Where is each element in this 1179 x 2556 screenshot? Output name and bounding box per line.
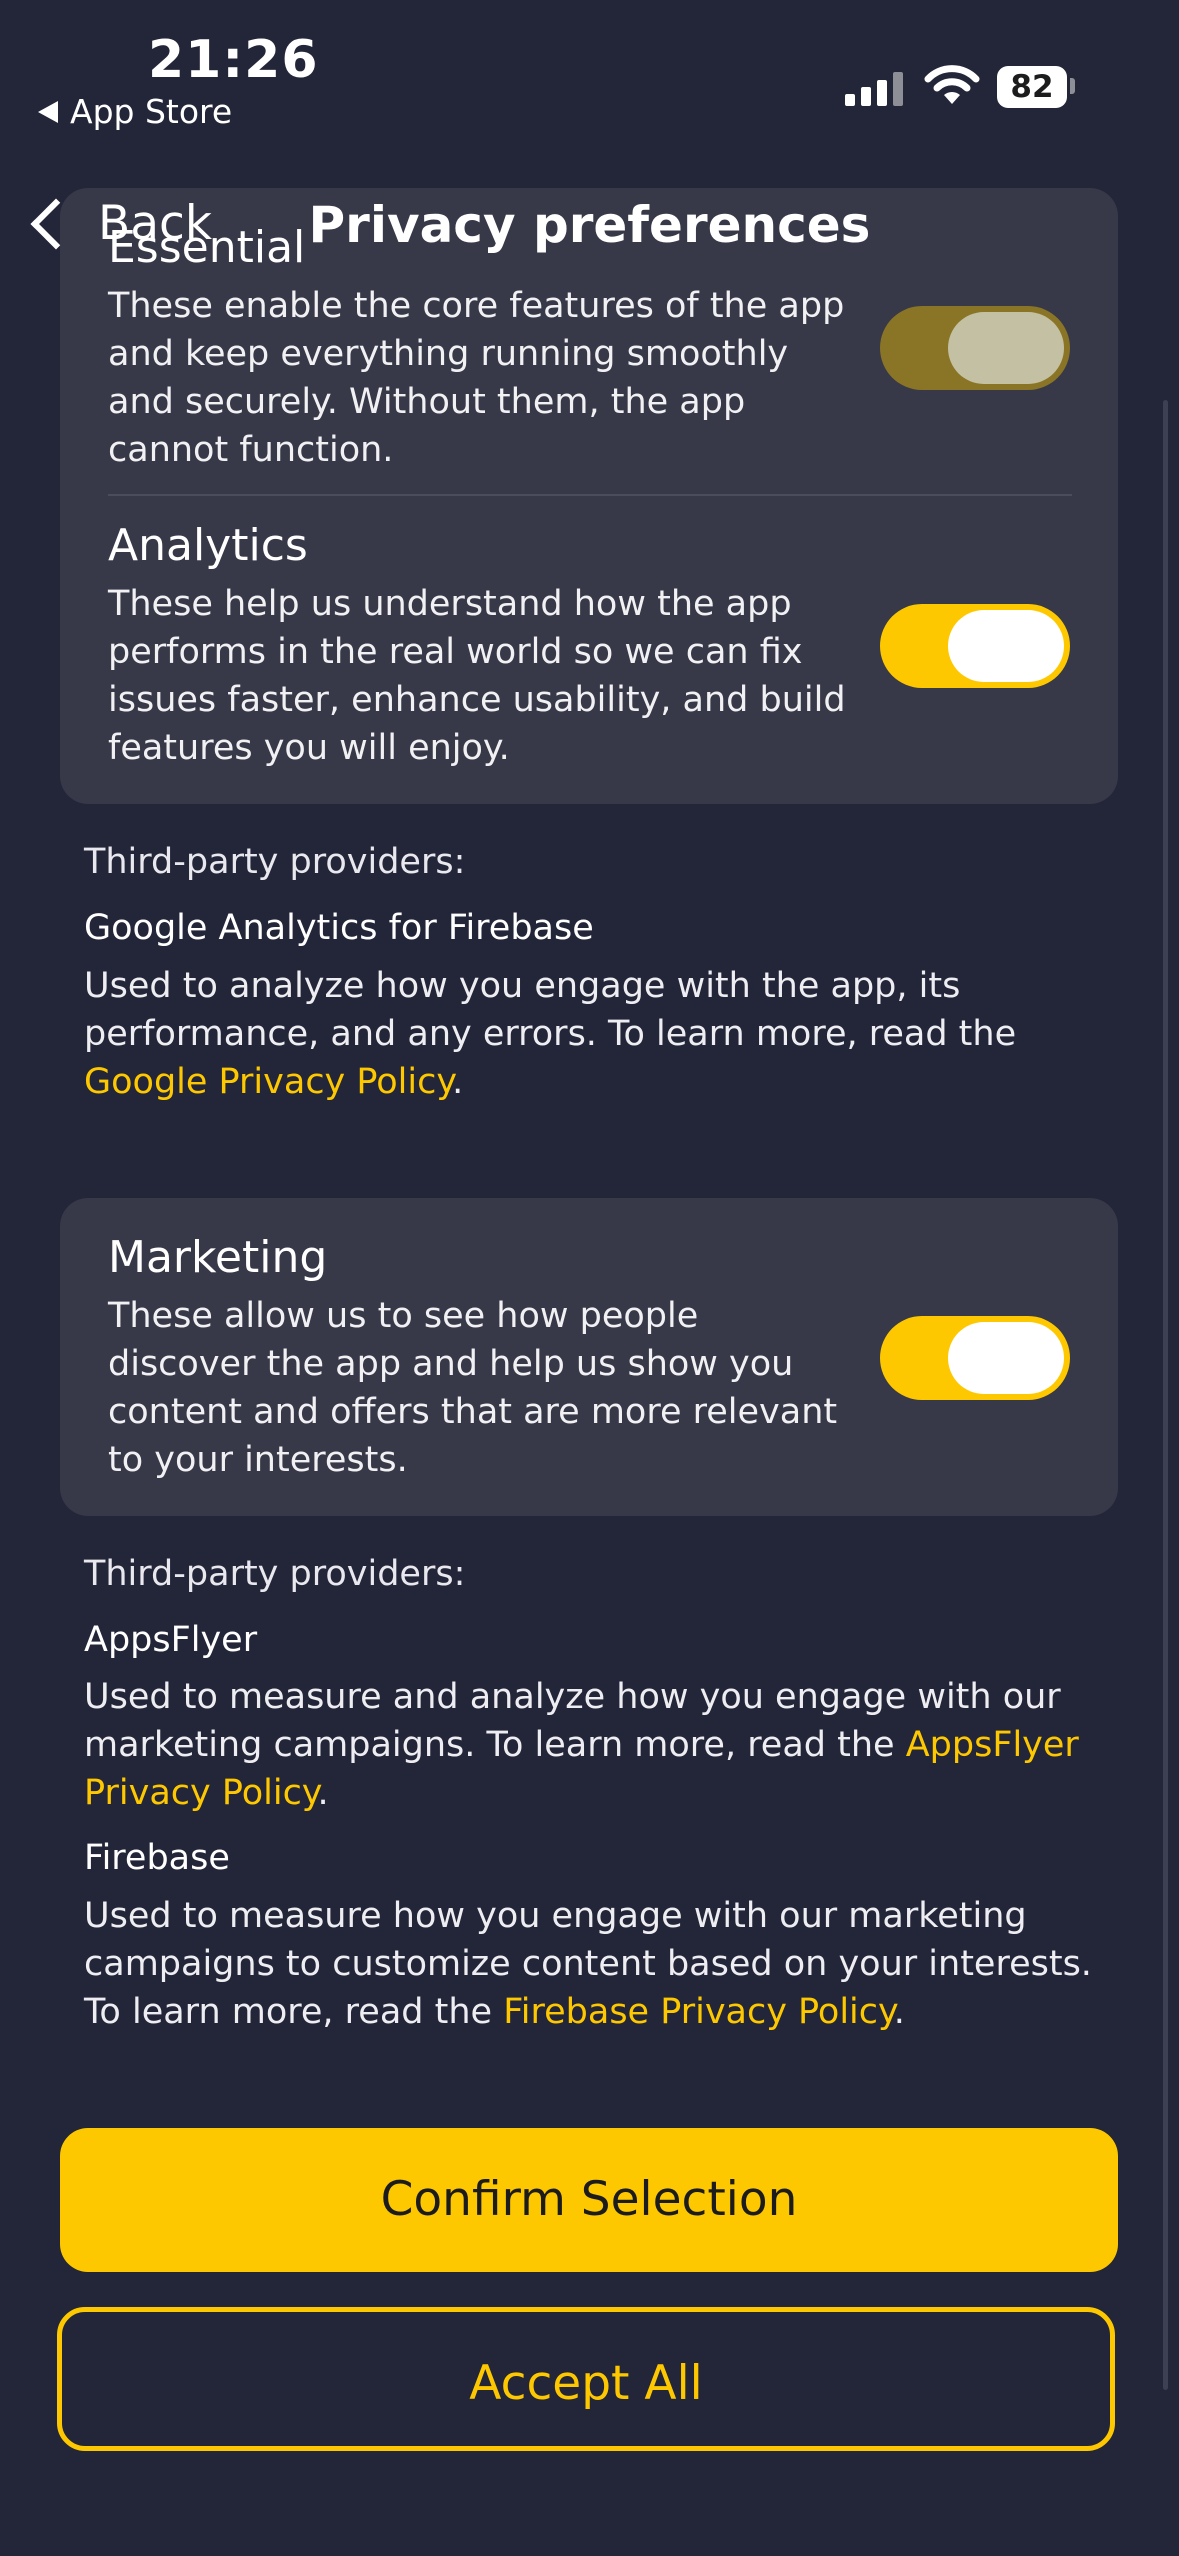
back-to-app-store[interactable]: App Store bbox=[38, 92, 232, 131]
accept-all-button[interactable]: Accept All bbox=[57, 2307, 1115, 2451]
provider-name-firebase: Firebase bbox=[84, 1838, 230, 1878]
back-triangle-icon bbox=[38, 100, 58, 123]
analytics-description: These help us understand how the app per… bbox=[108, 584, 846, 768]
marketing-description: These allow us to see how people discove… bbox=[108, 1296, 838, 1480]
provider-name-google-analytics: Google Analytics for Firebase bbox=[84, 908, 594, 948]
toggle-knob bbox=[948, 1322, 1064, 1394]
provider-name-appsflyer: AppsFlyer bbox=[84, 1620, 258, 1660]
back-app-label: App Store bbox=[70, 92, 233, 131]
provider-desc-end: . bbox=[317, 1773, 329, 1813]
google-privacy-policy-link[interactable]: Google Privacy Policy bbox=[84, 1062, 452, 1102]
provider-desc-end: . bbox=[452, 1062, 464, 1102]
provider-desc-appsflyer: Used to measure and analyze how you enga… bbox=[84, 1673, 1094, 1817]
analytics-title: Analytics bbox=[108, 520, 308, 571]
provider-desc-text: Used to analyze how you engage with the … bbox=[84, 966, 1017, 1054]
back-label: Back bbox=[98, 196, 213, 251]
confirm-selection-button[interactable]: Confirm Selection bbox=[60, 2128, 1118, 2272]
analytics-toggle[interactable] bbox=[880, 604, 1070, 688]
cellular-signal-icon bbox=[845, 70, 903, 106]
toggle-knob bbox=[948, 312, 1064, 384]
status-time: 21:26 bbox=[148, 30, 319, 90]
chevron-left-icon bbox=[30, 198, 82, 249]
provider-desc-end: . bbox=[893, 1992, 905, 2032]
essential-description: These enable the core features of the ap… bbox=[108, 286, 845, 470]
firebase-privacy-policy-link[interactable]: Firebase Privacy Policy bbox=[503, 1992, 894, 2032]
provider-desc-google-analytics: Used to analyze how you engage with the … bbox=[84, 962, 1094, 1106]
scrollbar[interactable] bbox=[1163, 400, 1168, 2390]
battery-icon: 82 bbox=[997, 66, 1067, 108]
marketing-toggle[interactable] bbox=[880, 1316, 1070, 1400]
back-button[interactable]: Back bbox=[24, 196, 212, 251]
essential-toggle bbox=[880, 306, 1070, 390]
card-divider bbox=[108, 494, 1072, 496]
provider-desc-firebase: Used to measure how you engage with our … bbox=[84, 1892, 1094, 2036]
marketing-providers-heading: Third-party providers: bbox=[84, 1554, 466, 1594]
toggle-knob bbox=[948, 610, 1064, 682]
wifi-icon bbox=[924, 65, 980, 104]
battery-tip bbox=[1070, 78, 1075, 94]
marketing-title: Marketing bbox=[108, 1232, 328, 1283]
analytics-providers-heading: Third-party providers: bbox=[84, 842, 466, 882]
